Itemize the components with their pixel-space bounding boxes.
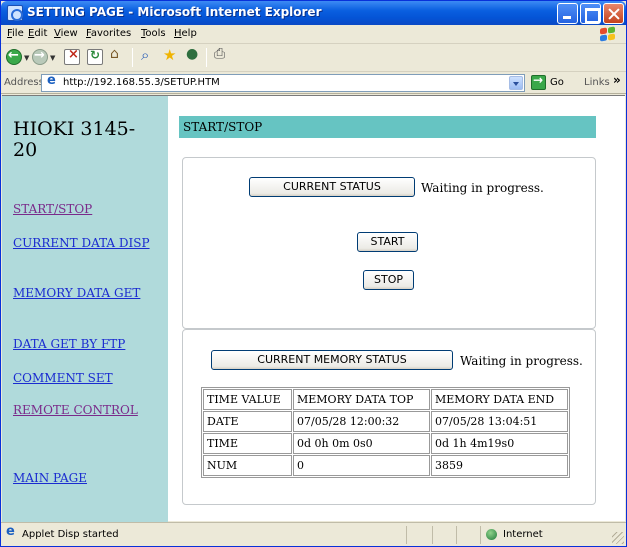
page-icon — [45, 73, 59, 90]
table-row: NUM 0 3859 — [203, 455, 568, 476]
table-cell: 0 — [293, 455, 430, 476]
status-text: Applet Disp started — [22, 529, 119, 540]
toolbar-separator — [132, 48, 133, 67]
address-url[interactable]: http://192.168.55.3/SETUP.HTM — [63, 77, 220, 88]
sidebar: HIOKI 3145-20 START/STOP CURRENT DATA DI… — [2, 96, 168, 522]
go-arrow-icon[interactable] — [531, 73, 546, 90]
stop-button[interactable]: STOP — [363, 270, 414, 290]
back-dropdown-icon[interactable]: ▼ — [24, 54, 29, 62]
nav-link-data-get-by-ftp[interactable]: DATA GET BY FTP — [13, 337, 158, 352]
nav-link-current-data-disp[interactable]: CURRENT DATA DISP — [13, 236, 158, 251]
status-bar: Applet Disp started Internet — [1, 522, 626, 546]
table-cell: TIME — [203, 433, 292, 454]
home-icon[interactable] — [109, 46, 125, 65]
table-cell: NUM — [203, 455, 292, 476]
table-header-cell: MEMORY DATA TOP — [293, 389, 430, 410]
menu-help[interactable]: Help — [174, 28, 197, 39]
main-content: START/STOP CURRENT STATUS Waiting in pro… — [168, 96, 625, 522]
window-title: SETTING PAGE - Microsoft Internet Explor… — [27, 5, 322, 19]
menu-file[interactable]: File — [7, 28, 24, 39]
device-title: HIOKI 3145-20 — [13, 118, 136, 161]
memory-status-panel: CURRENT MEMORY STATUS Waiting in progres… — [182, 329, 596, 505]
forward-dropdown-icon[interactable]: ▼ — [50, 54, 55, 62]
page-header: START/STOP — [179, 116, 596, 138]
menu-tools[interactable]: Tools — [141, 28, 166, 39]
windows-logo-icon — [594, 26, 620, 43]
nav-link-memory-data-get[interactable]: MEMORY DATA GET — [13, 286, 158, 301]
menu-bar: File Edit View Favorites Tools Help — [1, 25, 626, 44]
address-dropdown-icon[interactable] — [509, 76, 523, 90]
nav-link-comment-set[interactable]: COMMENT SET — [13, 371, 158, 386]
links-label[interactable]: Links — [584, 77, 610, 88]
address-input[interactable]: http://192.168.55.3/SETUP.HTM — [41, 73, 525, 92]
toolbar: ▼ ▼ — [1, 44, 626, 72]
page-viewport: HIOKI 3145-20 START/STOP CURRENT DATA DI… — [2, 95, 625, 522]
table-header-cell: TIME VALUE — [203, 389, 292, 410]
table-cell: 3859 — [431, 455, 568, 476]
table-cell: 07/05/28 13:04:51 — [431, 411, 568, 432]
menu-edit[interactable]: Edit — [28, 28, 47, 39]
current-status-text: Waiting in progress. — [421, 181, 544, 195]
zone-text: Internet — [503, 529, 543, 540]
start-stop-panel: CURRENT STATUS Waiting in progress. STAR… — [182, 157, 596, 329]
table-header-row: TIME VALUE MEMORY DATA TOP MEMORY DATA E… — [203, 389, 568, 410]
print-icon[interactable] — [214, 46, 230, 65]
maximize-button[interactable] — [580, 3, 601, 24]
address-bar: Address http://192.168.55.3/SETUP.HTM Go… — [1, 72, 626, 94]
browser-window: SETTING PAGE - Microsoft Internet Explor… — [0, 0, 627, 547]
memory-data-table: TIME VALUE MEMORY DATA TOP MEMORY DATA E… — [201, 387, 570, 478]
start-button[interactable]: START — [357, 232, 418, 252]
ie-app-icon[interactable] — [7, 5, 23, 21]
status-zone-cell — [480, 526, 612, 544]
toolbar-separator — [206, 48, 207, 67]
favorites-star-icon[interactable] — [163, 46, 179, 65]
status-cell — [432, 526, 456, 544]
table-header-cell: MEMORY DATA END — [431, 389, 568, 410]
address-label: Address — [4, 77, 44, 88]
forward-icon[interactable] — [32, 48, 48, 65]
internet-globe-icon — [486, 529, 497, 540]
go-button[interactable]: Go — [550, 77, 564, 88]
table-row: TIME 0d 0h 0m 0s0 0d 1h 4m19s0 — [203, 433, 568, 454]
back-icon[interactable] — [6, 48, 22, 65]
media-icon[interactable] — [185, 46, 201, 65]
current-status-button[interactable]: CURRENT STATUS — [249, 177, 415, 197]
minimize-button[interactable] — [557, 3, 578, 24]
menu-view[interactable]: View — [54, 28, 78, 39]
search-icon[interactable] — [141, 46, 157, 65]
nav-link-start-stop[interactable]: START/STOP — [13, 202, 158, 217]
table-cell: 0d 1h 4m19s0 — [431, 433, 568, 454]
stop-icon[interactable] — [64, 47, 80, 65]
resize-grip-icon[interactable] — [612, 532, 624, 544]
current-memory-status-button[interactable]: CURRENT MEMORY STATUS — [211, 350, 453, 370]
links-chevron-icon[interactable]: » — [613, 73, 621, 87]
table-cell: 0d 0h 0m 0s0 — [293, 433, 430, 454]
close-button[interactable] — [603, 3, 624, 24]
table-cell: 07/05/28 12:00:32 — [293, 411, 430, 432]
nav-link-main-page[interactable]: MAIN PAGE — [13, 471, 158, 486]
status-cell — [406, 526, 432, 544]
nav-link-remote-control[interactable]: REMOTE CONTROL — [13, 403, 158, 418]
refresh-icon[interactable] — [87, 48, 103, 65]
status-cell — [456, 526, 480, 544]
table-cell: DATE — [203, 411, 292, 432]
menu-favorites[interactable]: Favorites — [86, 28, 131, 39]
page-status-icon — [5, 524, 18, 541]
table-row: DATE 07/05/28 12:00:32 07/05/28 13:04:51 — [203, 411, 568, 432]
memory-status-text: Waiting in progress. — [460, 354, 583, 368]
title-bar[interactable]: SETTING PAGE - Microsoft Internet Explor… — [1, 1, 626, 25]
